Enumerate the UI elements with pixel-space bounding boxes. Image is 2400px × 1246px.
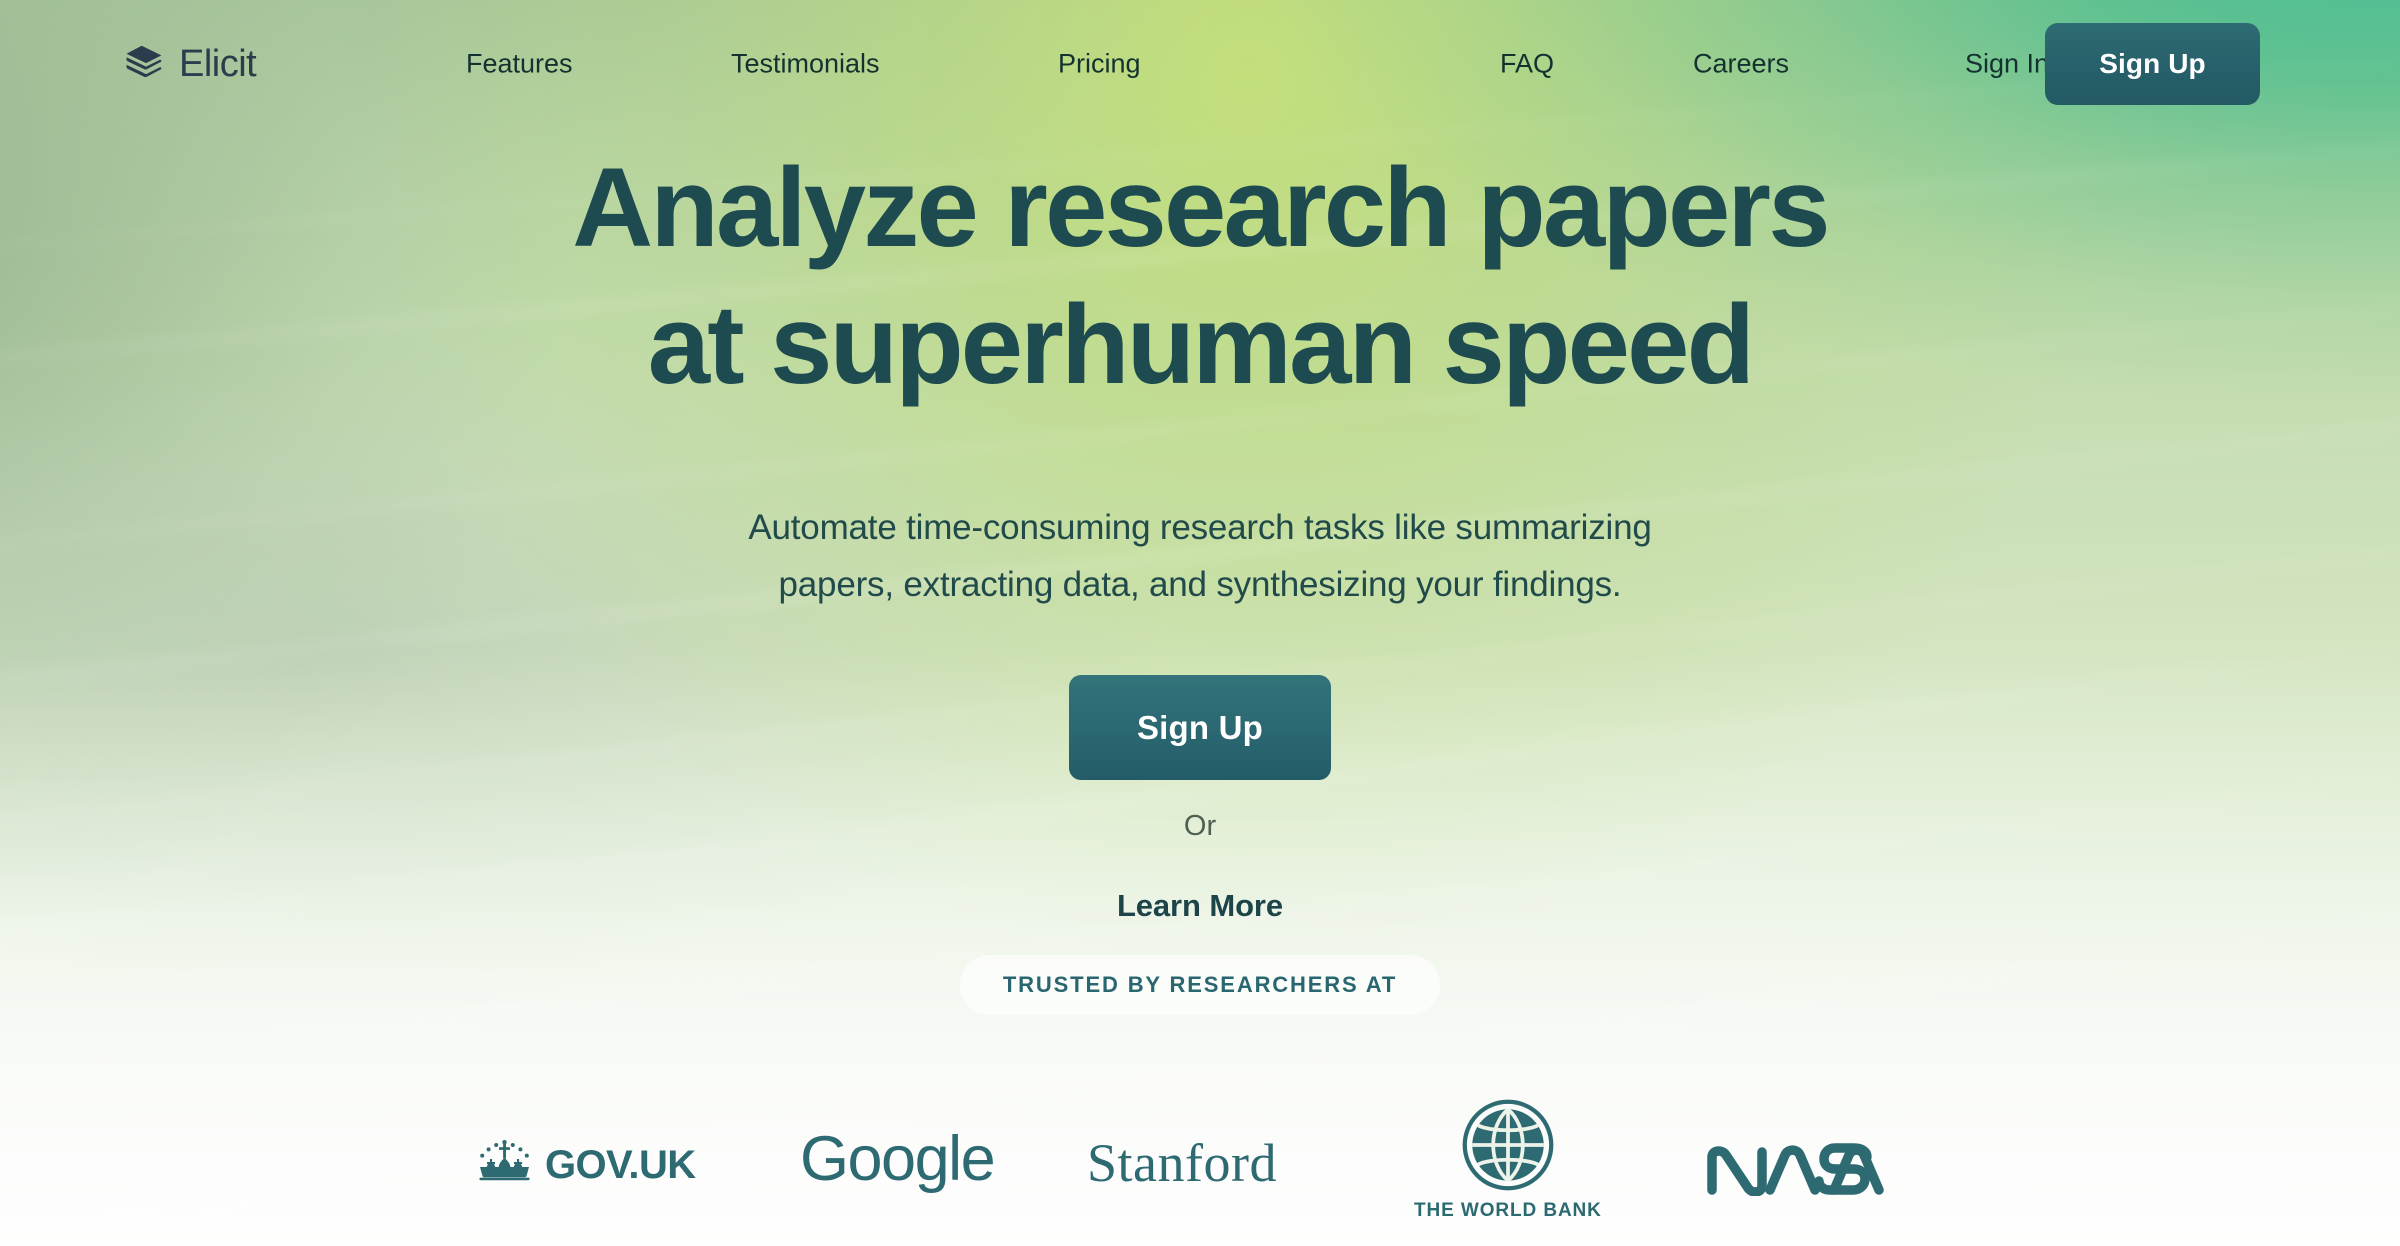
nav-item-features[interactable]: Features — [466, 50, 573, 78]
worldbank-caption: THE WORLD BANK — [1414, 1200, 1602, 1221]
brand-logo[interactable]: Elicit — [122, 43, 257, 85]
nav-item-careers[interactable]: Careers — [1693, 50, 1789, 78]
crown-icon — [479, 1140, 530, 1181]
learn-more-link[interactable]: Learn More — [0, 890, 2400, 921]
logo-worldbank: THE WORLD BANK — [1414, 1098, 1602, 1222]
trusted-by-badge: TRUSTED BY RESEARCHERS AT — [959, 955, 1441, 1015]
headline-line-1: Analyze research papers — [572, 145, 1830, 270]
svg-text:Google: Google — [800, 1128, 994, 1194]
govuk-logo: GOV.UK — [479, 1140, 697, 1187]
globe-icon — [1462, 1099, 1554, 1191]
brand-name: Elicit — [179, 43, 257, 85]
logo-govuk: GOV.UK — [469, 1136, 724, 1190]
nav-item-pricing[interactable]: Pricing — [1058, 50, 1141, 78]
sign-in-link[interactable]: Sign In — [1965, 50, 2049, 78]
logo-google: Google — [800, 1128, 1004, 1198]
headline-line-2: at superhuman speed — [647, 282, 1755, 407]
sign-up-button-header[interactable]: Sign Up — [2045, 23, 2260, 105]
landing-page: Elicit Features Testimonials Pricing FAQ… — [0, 0, 2400, 1246]
nav-item-faq[interactable]: FAQ — [1500, 50, 1554, 78]
hero-subtitle: Automate time-consuming research tasks l… — [0, 500, 2400, 613]
or-divider-label: Or — [1183, 810, 1217, 842]
site-header: Elicit Features Testimonials Pricing FAQ… — [0, 0, 2400, 128]
svg-text:GOV.UK: GOV.UK — [545, 1143, 696, 1187]
stanford-wordmark-icon: Stanford — [1087, 1133, 1277, 1193]
page-title: Analyze research papers at superhuman sp… — [0, 152, 2400, 401]
trusted-logo-strip: GOV.UK Google Stanford THE WORLD BANK — [0, 1098, 2400, 1246]
stacked-books-icon — [126, 45, 162, 78]
logo-nasa — [1706, 1140, 1886, 1196]
nav-item-testimonials[interactable]: Testimonials — [731, 50, 880, 78]
google-wordmark-icon: Google — [800, 1128, 996, 1194]
nasa-worm-logo-icon — [1707, 1143, 1884, 1196]
logo-stanford: Stanford — [1087, 1136, 1277, 1190]
subhead-line-2: papers, extracting data, and synthesizin… — [778, 564, 1622, 604]
subhead-line-1: Automate time-consuming research tasks l… — [748, 508, 1652, 547]
sign-up-button-hero[interactable]: Sign Up — [1069, 675, 1331, 780]
